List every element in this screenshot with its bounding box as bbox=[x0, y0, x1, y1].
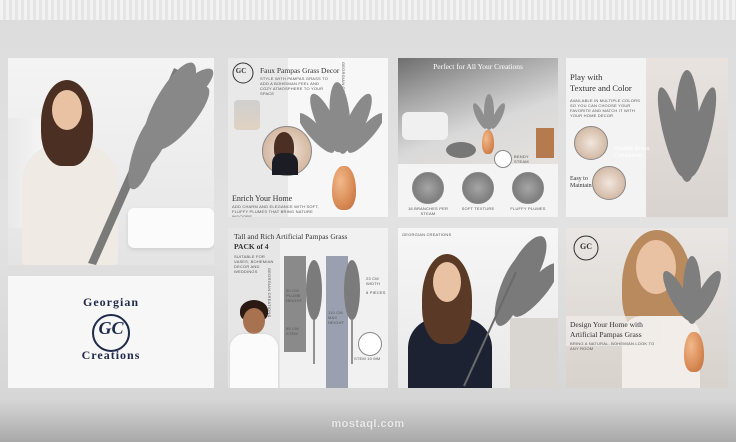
decor-vase bbox=[332, 166, 356, 210]
decor-room-pic bbox=[234, 100, 260, 130]
room-pouf bbox=[446, 142, 476, 158]
woman2-pampas bbox=[463, 236, 554, 387]
top-strip bbox=[0, 0, 736, 20]
mini-logo-text: GC bbox=[235, 67, 247, 75]
caption-texture: SOFT TEXTURE bbox=[461, 206, 495, 211]
decor-title: Faux Pampas Grass Decor bbox=[260, 66, 340, 75]
branch-circle bbox=[412, 172, 444, 204]
caption-branches: 18 BRANCHES PER STEAM bbox=[407, 206, 449, 216]
design-logo-monogram: GC bbox=[580, 242, 592, 251]
decor-tile[interactable]: GC Faux Pampas Grass Decor STYLE WITH PA… bbox=[228, 58, 388, 217]
creations-tile[interactable]: Perfect for All Your Creations BENDY STE… bbox=[398, 58, 558, 217]
dim-plume: 20 CM PLUME HEIGHT bbox=[286, 288, 303, 303]
texture-tile[interactable]: Play with Texture and Color AVAILABLE IN… bbox=[566, 58, 728, 217]
texture-circle bbox=[462, 172, 494, 204]
dim-pieces: 8 PIECES bbox=[366, 290, 386, 295]
design-desc: BRING A NATURAL, BOHEMIAN LOOK TO ANY RO… bbox=[570, 341, 655, 351]
design-title-2: Artificial Pampas Grass bbox=[570, 330, 642, 339]
design-vase bbox=[684, 332, 704, 372]
decor-sub-desc: ADD CHARM AND ELEGANCE WITH SOFT, FLUFFY… bbox=[232, 204, 319, 217]
boy-face bbox=[243, 308, 265, 334]
durable-label-2: Companion bbox=[614, 153, 642, 159]
logo-tile[interactable]: Georgian GC Creations bbox=[8, 276, 214, 388]
boy-shirt bbox=[230, 334, 278, 388]
texture-title-1: Play with bbox=[570, 72, 603, 82]
decor-subtitle: Enrich Your Home bbox=[232, 194, 293, 203]
texture-circle-1 bbox=[574, 126, 608, 160]
decor-person-body bbox=[272, 153, 298, 175]
room-pampas bbox=[473, 94, 505, 130]
bendy-label: BENDY STEAM bbox=[514, 154, 529, 164]
logo-monogram: GC bbox=[98, 318, 124, 338]
dim-width: 23 CM WIDTH bbox=[366, 276, 381, 286]
maintain-label-2: Maintain bbox=[570, 183, 592, 189]
plumes-circle bbox=[512, 172, 544, 204]
pack-side-label: GEORGIAN CREATIONS bbox=[267, 268, 272, 318]
watermark: mostaql.com bbox=[331, 418, 405, 430]
woman-pampas-tile[interactable]: GEORGIAN CREATIONS bbox=[398, 228, 558, 388]
texture-title-2: Texture and Color bbox=[570, 83, 632, 93]
hero-photo-tile[interactable] bbox=[8, 58, 214, 265]
pack-title: Tall and Rich Artificial Pampas Grass bbox=[234, 232, 348, 241]
maintain-label-1: Easy to bbox=[570, 176, 588, 182]
pack-count: PACK of 4 bbox=[234, 242, 269, 251]
durable-label-1: Durable Room bbox=[614, 146, 650, 152]
dim-stem: 55 CM STEM bbox=[286, 326, 299, 336]
creations-title: Perfect for All Your Creations bbox=[433, 62, 523, 71]
pampas-grass-illustration bbox=[88, 62, 214, 265]
caption-plumes: FLUFFY PLUMES bbox=[510, 206, 546, 211]
design-title-1: Design Your Home with bbox=[570, 320, 643, 329]
dim-stem-mm: STEM 10 MM bbox=[354, 356, 381, 361]
texture-pampas bbox=[657, 70, 717, 182]
logo-top-text: Georgian bbox=[83, 295, 139, 309]
bendy-circle bbox=[494, 150, 512, 168]
logo-bottom-text: Creations bbox=[81, 348, 141, 362]
design-tile[interactable]: GC Design Your Home with Artificial Pamp… bbox=[566, 228, 728, 388]
pack-tile[interactable]: Tall and Rich Artificial Pampas Grass PA… bbox=[228, 228, 388, 388]
stem-circle bbox=[358, 332, 382, 356]
texture-desc: AVAILABLE IN MULTIPLE COLORS SO YOU CAN … bbox=[570, 98, 641, 118]
dim-height: 110 CM MAX HEIGHT bbox=[328, 310, 345, 325]
decor-pampas bbox=[300, 82, 382, 154]
room-sofa bbox=[402, 112, 448, 140]
